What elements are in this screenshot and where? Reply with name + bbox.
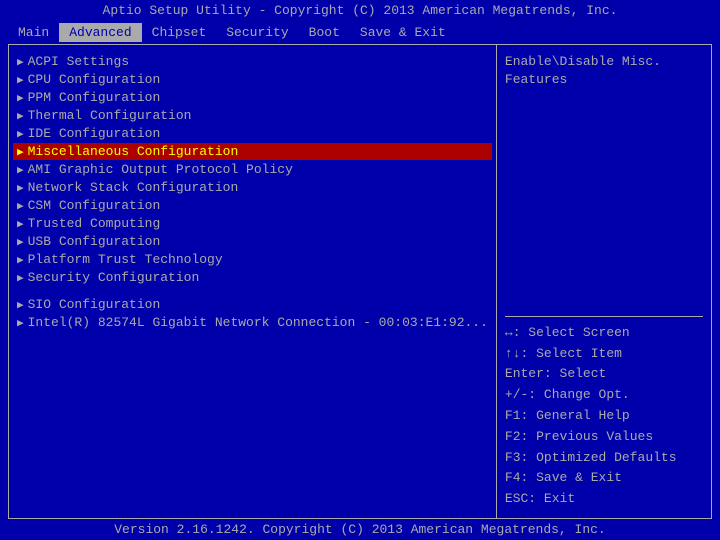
entry-label: Security Configuration [28,270,200,285]
footer-text: Version 2.16.1242. Copyright (C) 2013 Am… [114,522,605,537]
key-help-line: F3: Optimized Defaults [505,448,703,469]
menu-item-main[interactable]: Main [8,23,59,42]
menu-item-chipset[interactable]: Chipset [142,23,217,42]
entry-arrow-icon: ▶ [17,199,24,213]
entry-arrow-icon: ▶ [17,298,24,312]
key-help-line: +/-: Change Opt. [505,385,703,406]
entry-arrow-icon: ▶ [17,73,24,87]
entry-label: USB Configuration [28,234,161,249]
entry-label: AMI Graphic Output Protocol Policy [28,162,293,177]
entry-arrow-icon: ▶ [17,91,24,105]
entry-arrow-icon: ▶ [17,163,24,177]
key-help-line: ↑↓: Select Item [505,344,703,365]
menu-entry-network-stack-configuration[interactable]: ▶ Network Stack Configuration [13,179,492,196]
key-help-line: ↔: Select Screen [505,323,703,344]
entry-label: Network Stack Configuration [28,180,239,195]
key-help-line: ESC: Exit [505,489,703,510]
left-panel: ▶ ACPI Settings ▶ CPU Configuration ▶ PPM Con… [9,45,497,518]
entry-arrow-icon: ▶ [17,271,24,285]
content-area: ▶ ACPI Settings ▶ CPU Configuration ▶ PPM Con… [8,44,712,519]
entry-arrow-icon: ▶ [17,145,24,159]
entry-arrow-icon: ▶ [17,235,24,249]
menu-entry-usb-configuration[interactable]: ▶ USB Configuration [13,233,492,250]
footer: Version 2.16.1242. Copyright (C) 2013 Am… [0,519,720,540]
entry-label: ACPI Settings [28,54,129,69]
menu-entry-cpu-configuration[interactable]: ▶ CPU Configuration [13,71,492,88]
menu-entry-thermal-configuration[interactable]: ▶ Thermal Configuration [13,107,492,124]
entry-label: Thermal Configuration [28,108,192,123]
menu-entry-platform-trust-technology[interactable]: ▶ Platform Trust Technology [13,251,492,268]
key-help-line: Enter: Select [505,364,703,385]
entry-arrow-icon: ▶ [17,109,24,123]
menu-entry-security-configuration[interactable]: ▶ Security Configuration [13,269,492,286]
menu-item-save--exit[interactable]: Save & Exit [350,23,456,42]
menu-bar: MainAdvancedChipsetSecurityBootSave & Ex… [0,21,720,44]
entry-label: PPM Configuration [28,90,161,105]
key-help: ↔: Select Screen↑↓: Select ItemEnter: Se… [505,316,703,510]
entry-label: Intel(R) 82574L Gigabit Network Connecti… [28,315,488,330]
menu-entry-trusted-computing[interactable]: ▶ Trusted Computing [13,215,492,232]
entry-arrow-icon: ▶ [17,127,24,141]
entry-arrow-icon: ▶ [17,316,24,330]
menu-entry-sio-configuration[interactable]: ▶ SIO Configuration [13,296,492,313]
key-help-line: F4: Save & Exit [505,468,703,489]
entry-label: Platform Trust Technology [28,252,223,267]
bios-screen: Aptio Setup Utility - Copyright (C) 2013… [0,0,720,540]
key-help-line: F1: General Help [505,406,703,427]
menu-entry-ide-configuration[interactable]: ▶ IDE Configuration [13,125,492,142]
title-bar: Aptio Setup Utility - Copyright (C) 2013… [0,0,720,21]
entry-arrow-icon: ▶ [17,253,24,267]
menu-item-advanced[interactable]: Advanced [59,23,141,42]
entry-label: Trusted Computing [28,216,161,231]
entry-label: CPU Configuration [28,72,161,87]
help-description: Enable\Disable Misc. Features [505,53,703,89]
menu-item-security[interactable]: Security [216,23,298,42]
right-panel: Enable\Disable Misc. Features ↔: Select … [497,45,711,518]
entry-label: IDE Configuration [28,126,161,141]
entry-label: CSM Configuration [28,198,161,213]
menu-entry-ppm-configuration[interactable]: ▶ PPM Configuration [13,89,492,106]
menu-entry-csm-configuration[interactable]: ▶ CSM Configuration [13,197,492,214]
entry-label: Miscellaneous Configuration [28,144,239,159]
menu-entry-intelr-82574l-gigabit-network-[interactable]: ▶ Intel(R) 82574L Gigabit Network Connect… [13,314,492,331]
title-text: Aptio Setup Utility - Copyright (C) 2013… [103,3,618,18]
entry-arrow-icon: ▶ [17,55,24,69]
entry-arrow-icon: ▶ [17,181,24,195]
menu-entry-miscellaneous-configuration[interactable]: ▶ Miscellaneous Configuration [13,143,492,160]
menu-entry-ami-graphic-output-protocol-po[interactable]: ▶ AMI Graphic Output Protocol Policy [13,161,492,178]
menu-entry-acpi-settings[interactable]: ▶ ACPI Settings [13,53,492,70]
entry-label: SIO Configuration [28,297,161,312]
entry-arrow-icon: ▶ [17,217,24,231]
menu-item-boot[interactable]: Boot [299,23,350,42]
key-help-line: F2: Previous Values [505,427,703,448]
